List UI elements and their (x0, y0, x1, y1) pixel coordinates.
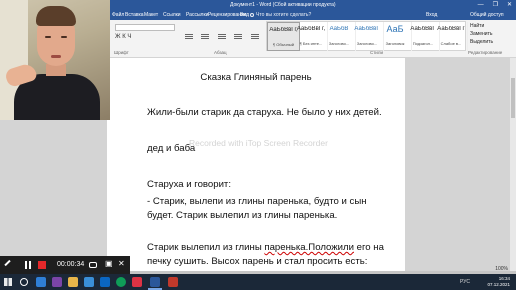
recorder-app-icon[interactable] (168, 277, 178, 287)
find-button[interactable]: Найти (470, 23, 484, 29)
style-name: Слабое в... (440, 41, 462, 46)
windows-start-icon[interactable] (3, 277, 13, 287)
paragraph-tools (183, 24, 263, 44)
viber-icon[interactable] (52, 277, 62, 287)
pause-icon[interactable] (24, 261, 32, 269)
maximize-button[interactable]: ❐ (493, 1, 498, 9)
webcam-person-eye (61, 36, 67, 38)
chrome-icon[interactable] (116, 277, 126, 287)
zoom-level[interactable]: 100% (495, 266, 508, 272)
task-view-icon[interactable] (36, 277, 46, 287)
select-button[interactable]: Выделить (470, 39, 493, 45)
minimize-button[interactable]: — (478, 1, 484, 9)
style-subtle-emphasis[interactable]: АаБбВвГг Слабое в... (435, 22, 468, 51)
recorder-watermark: Recorded with iTop Screen Recorder (189, 138, 328, 148)
tab-mailings[interactable]: Рассылки (186, 12, 208, 18)
document-page[interactable]: Сказка Глиняный парень Жили-были старик … (107, 58, 405, 271)
editing-group-label: Редактирование (468, 50, 503, 55)
paragraph-5: Старик вылепил из глины паренька.Положил… (147, 241, 389, 269)
recorder-toolbar: 00:00:34 ▣ ✕ (0, 256, 130, 274)
screenshot-icon[interactable]: ▣ (105, 259, 113, 269)
vertical-scrollbar[interactable] (510, 58, 516, 271)
search-icon[interactable] (20, 278, 28, 286)
bullets-icon[interactable] (185, 34, 193, 35)
webcam-person-eye (45, 36, 51, 38)
document-title: Сказка Глиняный парень (200, 72, 312, 83)
align-center-icon[interactable] (234, 34, 243, 35)
sign-in-link[interactable]: Вход (426, 12, 437, 18)
edge-icon[interactable] (84, 277, 94, 287)
font-name-box[interactable] (115, 24, 175, 31)
word-icon[interactable] (150, 277, 160, 287)
numbering-icon[interactable] (201, 34, 210, 35)
paragraph-3: Старуха и говорит: (147, 179, 231, 190)
paragraph-group-label: Абзац (214, 50, 227, 55)
tell-me-box[interactable]: Что вы хотите сделать? (250, 12, 311, 18)
clock-date: 07.12.2021 (487, 282, 510, 287)
tab-file[interactable]: Файл (112, 12, 124, 18)
pen-icon[interactable] (4, 259, 11, 267)
stop-icon[interactable] (38, 261, 46, 269)
tab-view[interactable]: Вид (240, 12, 249, 18)
app-icon[interactable] (132, 277, 142, 287)
webcam-overlay (0, 0, 110, 120)
align-left-icon[interactable] (217, 34, 226, 35)
window-title: Документ1 - Word (Сбой активации продукт… (230, 2, 336, 8)
style-sample: АаБбВвГг (437, 26, 465, 32)
misspelled-word: паренька.Положили (264, 242, 354, 253)
recording-timer: 00:00:34 (57, 261, 85, 268)
window-controls: — ❐ ✕ (478, 1, 512, 9)
format-buttons[interactable]: Ж К Ч (115, 34, 131, 40)
tab-layout[interactable]: Макет (144, 12, 158, 18)
font-group-label: Шрифт (114, 50, 129, 55)
collapse-icon[interactable]: ✕ (118, 259, 126, 269)
share-button[interactable]: Общий доступ (470, 12, 504, 18)
close-button[interactable]: ✕ (507, 1, 512, 9)
replace-button[interactable]: Заменить (470, 31, 492, 37)
paragraph-5-start: Старик вылепил из глины (147, 242, 265, 253)
camera-icon[interactable] (89, 262, 97, 268)
tell-me-text: Что вы хотите сделать? (256, 12, 312, 18)
scrollbar-thumb[interactable] (511, 78, 515, 118)
file-explorer-icon[interactable] (68, 277, 78, 287)
tab-references[interactable]: Ссылки (163, 12, 181, 18)
lightbulb-icon (250, 12, 254, 17)
paragraph-4: - Старик, вылепи из глины паренька, будт… (147, 196, 367, 221)
input-language[interactable]: РУС (460, 279, 470, 285)
store-icon[interactable] (100, 277, 110, 287)
align-right-icon[interactable] (250, 34, 259, 35)
webcam-person-mouth (51, 55, 61, 58)
system-clock[interactable]: 16:34 07.12.2021 (487, 276, 510, 288)
webcam-person-hair (36, 6, 76, 26)
styles-group-label: Стили (370, 50, 383, 55)
paragraph-1: Жили-были старик да старуха. Не было у н… (147, 107, 382, 118)
styles-gallery: АаБбВвГг, ¶ Обычный АаБбВвГг, ¶ Без инте… (266, 21, 468, 51)
taskbar: РУС 16:34 07.12.2021 (0, 274, 516, 290)
tab-insert[interactable]: Вставка (125, 12, 144, 18)
